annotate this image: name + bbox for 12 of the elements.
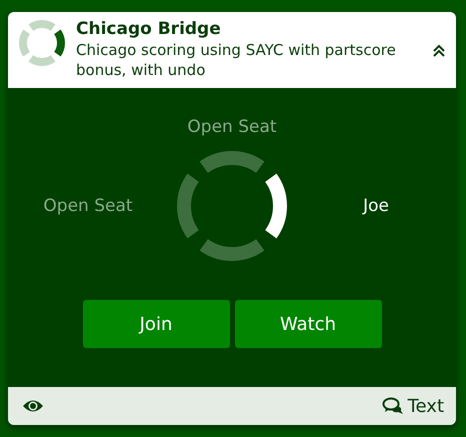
eye-icon[interactable] xyxy=(22,399,44,413)
seat-name: Open Seat xyxy=(43,196,133,216)
collapse-icon[interactable] xyxy=(432,44,446,58)
seat-name: Joe xyxy=(363,196,389,216)
action-button[interactable]: Watch xyxy=(234,300,382,348)
game-title: Chicago Bridge xyxy=(76,18,222,40)
chat-button[interactable]: Text xyxy=(382,396,444,416)
action-button[interactable]: Join xyxy=(82,300,230,348)
seat-name: Open Seat xyxy=(187,117,277,137)
game-description: Chicago scoring using SAYC with partscore bonus, with undo xyxy=(76,40,397,80)
chat-icon xyxy=(382,397,404,415)
game-icon xyxy=(18,19,66,67)
